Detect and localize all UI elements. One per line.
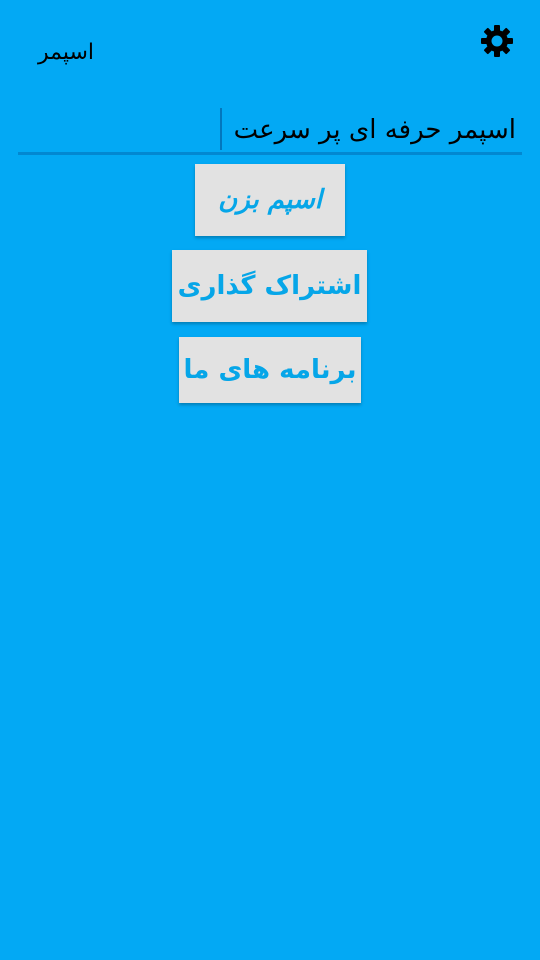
message-input-container: [18, 108, 522, 155]
moon-icon[interactable]: [446, 24, 472, 58]
toolbar-icons: [446, 24, 514, 58]
our-apps-button[interactable]: برنامه های ما: [179, 337, 361, 403]
app-screen: اسپمر اسپمر حرفه ای پر سرعت اسپم بزن اشت…: [0, 0, 540, 960]
gear-icon[interactable]: [480, 24, 514, 58]
spam-button[interactable]: اسپم بزن: [195, 164, 345, 236]
message-input[interactable]: [18, 108, 522, 152]
app-title: اسپمر: [38, 40, 95, 65]
share-button[interactable]: اشتراک گذاری: [172, 250, 367, 322]
text-caret: [220, 108, 222, 150]
